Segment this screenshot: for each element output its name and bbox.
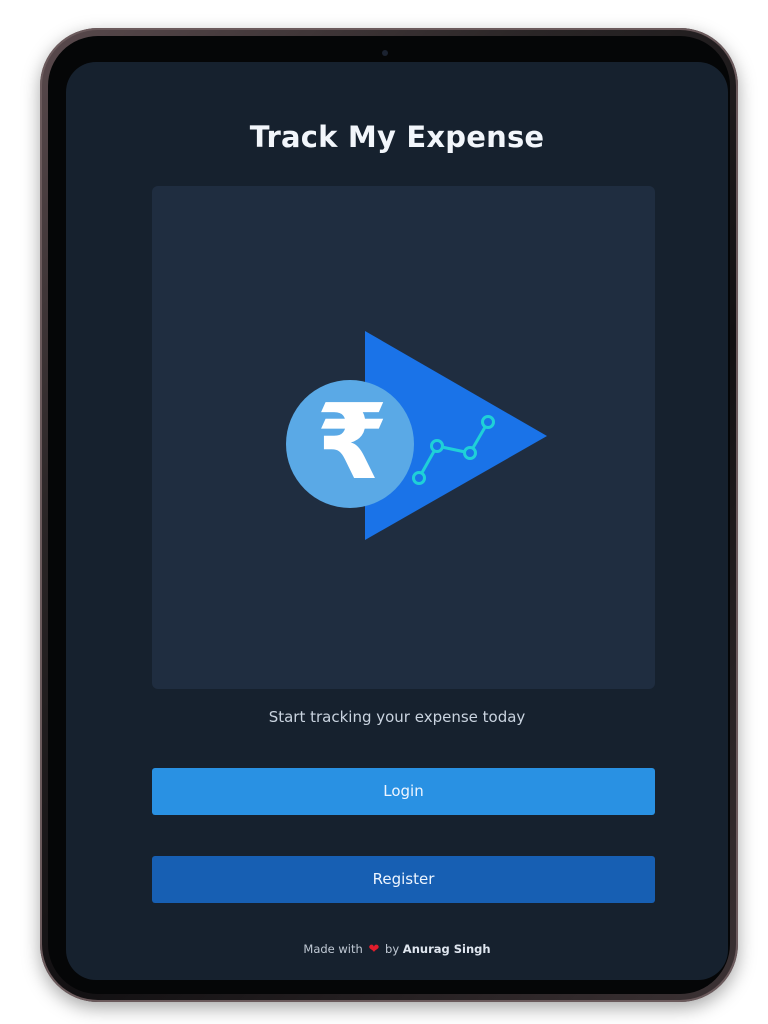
app-logo: ₹: [286, 331, 547, 540]
tablet-bezel: Track My Expense ₹ Start tracking your e…: [48, 36, 730, 994]
tagline: Start tracking your expense today: [268, 708, 526, 726]
rupee-symbol: ₹: [316, 381, 388, 503]
register-button[interactable]: Register: [152, 856, 655, 903]
footer-made-with: Made with: [303, 942, 363, 956]
footer-author: Anurag Singh: [402, 942, 491, 956]
app-title: Track My Expense: [249, 120, 545, 154]
app-screen: Track My Expense ₹ Start tracking your e…: [66, 62, 728, 980]
front-camera: [382, 50, 388, 56]
heart-icon: ❤: [368, 942, 380, 957]
tablet-frame: Track My Expense ₹ Start tracking your e…: [40, 28, 738, 1002]
hero-card: ₹: [152, 186, 655, 689]
login-button[interactable]: Login: [152, 768, 655, 815]
footer-by: by: [385, 942, 400, 956]
footer-credit: Made with ❤ by Anurag Singh: [66, 942, 728, 957]
